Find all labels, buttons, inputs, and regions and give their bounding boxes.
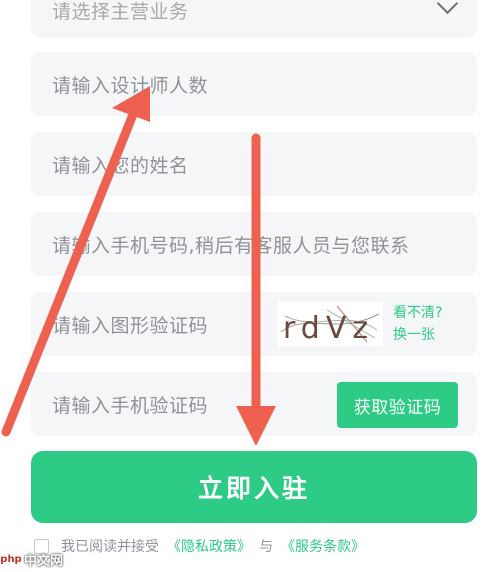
designer-count-input[interactable]: 请输入设计师人数 <box>31 52 477 116</box>
agreement-prefix: 我已阅读并接受 <box>61 539 159 555</box>
chevron-down-icon <box>436 0 459 15</box>
privacy-policy-link[interactable]: 《隐私政策》 <box>167 536 251 556</box>
sms-code-placeholder: 请输入手机验证码 <box>52 394 209 417</box>
name-placeholder: 请输入您的姓名 <box>52 154 189 177</box>
name-input[interactable]: 请输入您的姓名 <box>31 132 477 196</box>
main-business-select[interactable]: 请选择主营业务 <box>31 0 477 38</box>
captcha-refresh-line2: 换一张 <box>393 327 435 343</box>
designer-count-placeholder: 请输入设计师人数 <box>52 74 209 97</box>
watermark-logo: php <box>0 551 22 567</box>
watermark-text: 中文网 <box>24 553 64 569</box>
captcha-refresh-line1: 看不清? <box>393 305 443 321</box>
phone-input[interactable]: 请输入手机号码,稍后有客服人员与您联系 <box>31 212 477 276</box>
main-business-placeholder: 请选择主营业务 <box>52 0 189 23</box>
captcha-input[interactable]: 请输入图形验证码 rdVz 看不清? 换一张 <box>31 292 477 356</box>
terms-of-service-link[interactable]: 《服务条款》 <box>281 536 365 556</box>
captcha-refresh-link[interactable]: 看不清? 换一张 <box>393 302 473 346</box>
phone-placeholder: 请输入手机号码,稍后有客服人员与您联系 <box>52 234 410 257</box>
submit-button[interactable]: 立即入驻 <box>31 451 477 523</box>
captcha-image[interactable]: rdVz <box>277 302 383 346</box>
site-watermark: php 中文网 <box>0 548 63 570</box>
agreement-and: 与 <box>259 539 273 555</box>
sms-code-input[interactable]: 请输入手机验证码 获取验证码 <box>31 372 477 436</box>
agreement-row: 我已阅读并接受 《隐私政策》 与 《服务条款》 <box>34 534 365 558</box>
captcha-placeholder: 请输入图形验证码 <box>52 314 209 337</box>
captcha-text: rdVz <box>283 311 374 346</box>
get-sms-code-button[interactable]: 获取验证码 <box>337 382 458 428</box>
